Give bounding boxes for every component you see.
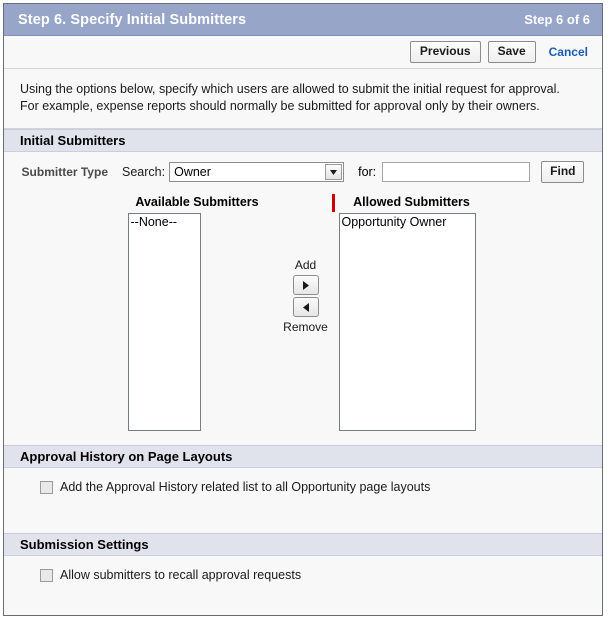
- save-button[interactable]: Save: [487, 41, 536, 63]
- instructions-line-2: For example, expense reports should norm…: [20, 99, 540, 113]
- allowed-submitters-title: Allowed Submitters: [331, 191, 488, 213]
- recall-requests-checkbox-row: Allow submitters to recall approval requ…: [4, 556, 602, 582]
- action-button-bar: Previous Save Cancel: [4, 36, 602, 69]
- recall-requests-checkbox[interactable]: [40, 568, 53, 582]
- allowed-submitters-title-text: Allowed Submitters: [353, 195, 470, 209]
- search-label: Search:: [122, 165, 166, 179]
- initial-submitters-body: Submitter Type Search: Owner for: Find A…: [4, 152, 602, 445]
- search-type-value: Owner: [174, 165, 211, 179]
- wizard-title-bar: Step 6. Specify Initial Submitters Step …: [4, 4, 602, 36]
- search-type-select[interactable]: Owner: [169, 162, 345, 182]
- allowed-submitters-column: Allowed Submitters Opportunity Owner: [331, 191, 488, 431]
- submitter-type-label: Submitter Type: [21, 165, 108, 179]
- allowed-submitters-listbox[interactable]: Opportunity Owner: [338, 213, 476, 431]
- section-title-initial-submitters: Initial Submitters: [20, 133, 126, 148]
- recall-requests-checkbox-label[interactable]: Allow submitters to recall approval requ…: [60, 568, 301, 582]
- instructions-line-1: Using the options below, specify which u…: [20, 82, 560, 96]
- chevron-down-icon: [325, 164, 343, 180]
- find-button[interactable]: Find: [541, 161, 585, 183]
- required-field-marker: [331, 194, 335, 212]
- available-submitters-column: Available Submitters --None--: [119, 191, 276, 431]
- step-counter: Step 6 of 6: [524, 12, 590, 27]
- approval-history-body: Add the Approval History related list to…: [4, 468, 602, 533]
- available-submitters-title: Available Submitters: [135, 195, 259, 209]
- list-item[interactable]: Opportunity Owner: [340, 214, 475, 230]
- remove-label: Remove: [283, 320, 328, 334]
- section-title-submission-settings: Submission Settings: [20, 537, 149, 552]
- page-title: Step 6. Specify Initial Submitters: [18, 11, 247, 28]
- section-title-approval-history: Approval History on Page Layouts: [20, 449, 233, 464]
- section-header-approval-history: Approval History on Page Layouts: [4, 445, 602, 468]
- arrow-left-icon: [302, 302, 309, 312]
- remove-button[interactable]: [292, 297, 319, 317]
- add-label: Add: [294, 258, 317, 272]
- section-header-submission-settings: Submission Settings: [4, 533, 602, 556]
- submitter-search-row: Submitter Type Search: Owner for: Find: [4, 152, 602, 191]
- search-term-input[interactable]: [382, 162, 531, 182]
- for-label: for:: [358, 165, 377, 179]
- submission-settings-body: Allow submitters to recall approval requ…: [4, 556, 602, 599]
- wizard-panel: Step 6. Specify Initial Submitters Step …: [3, 3, 603, 616]
- picker-controls-column: Add Remove: [276, 191, 336, 431]
- cancel-link[interactable]: Cancel: [549, 45, 588, 59]
- approval-history-checkbox-row: Add the Approval History related list to…: [4, 468, 602, 494]
- arrow-right-icon: [302, 280, 309, 290]
- available-submitters-listbox[interactable]: --None--: [127, 213, 201, 431]
- previous-button[interactable]: Previous: [409, 41, 481, 63]
- submitters-dual-listbox: Available Submitters --None-- Add Remove…: [4, 191, 602, 445]
- add-button[interactable]: [292, 275, 319, 295]
- instructions-text: Using the options below, specify which u…: [4, 69, 602, 129]
- list-item[interactable]: --None--: [129, 214, 200, 230]
- approval-history-checkbox[interactable]: [40, 480, 53, 494]
- section-header-initial-submitters: Initial Submitters: [4, 129, 602, 152]
- approval-history-checkbox-label[interactable]: Add the Approval History related list to…: [60, 480, 430, 494]
